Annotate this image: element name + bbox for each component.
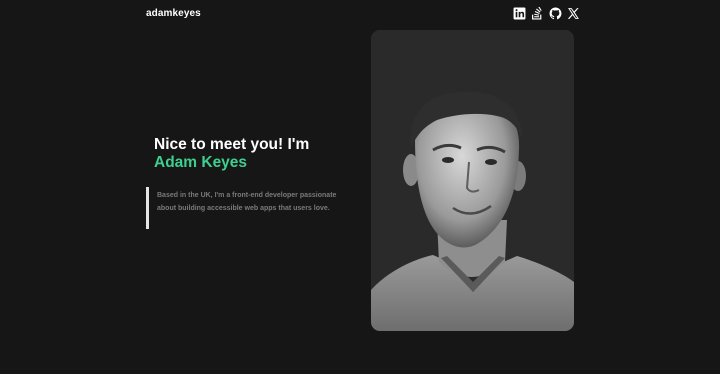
stackoverflow-icon <box>531 6 542 20</box>
github-link[interactable] <box>548 6 562 20</box>
github-icon <box>549 7 561 19</box>
social-links <box>512 6 580 20</box>
linkedin-link[interactable] <box>512 6 526 20</box>
stackoverflow-link[interactable] <box>530 6 544 20</box>
x-link[interactable] <box>566 6 580 20</box>
portrait-illustration <box>371 30 574 331</box>
linkedin-icon <box>513 7 525 19</box>
name-highlight: Adam Keyes <box>154 154 248 171</box>
profile-photo <box>371 30 574 331</box>
x-icon <box>567 7 579 19</box>
bio-text: Based in the UK, I'm a front-end develop… <box>146 187 356 229</box>
intro-heading: Nice to meet you! I'm Adam Keyes <box>154 136 309 172</box>
greeting-text: Nice to meet you! I'm <box>154 136 310 153</box>
site-logo-link[interactable]: adamkeyes <box>146 8 201 19</box>
